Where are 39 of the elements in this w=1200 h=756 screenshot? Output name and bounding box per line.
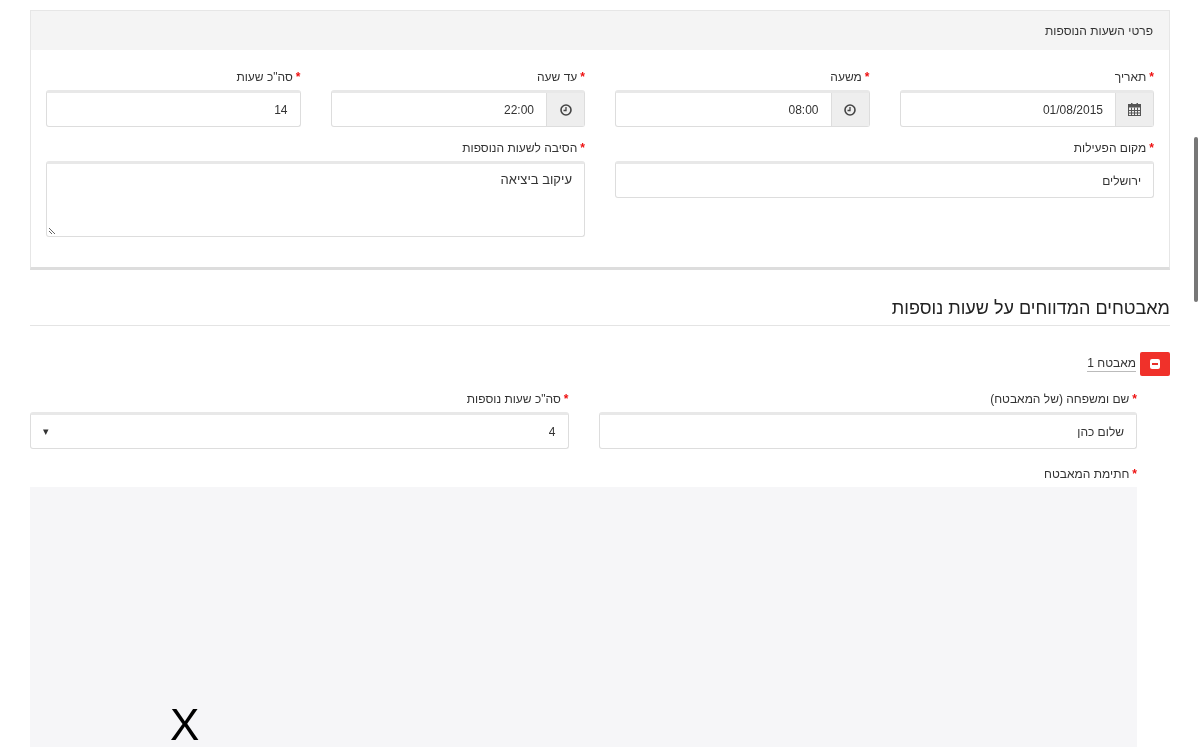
field-label: חתימת המאבטח	[1044, 467, 1130, 481]
required-mark: *	[580, 141, 585, 155]
required-mark: *	[295, 70, 301, 84]
required-mark: *	[1149, 70, 1154, 84]
field-label: תאריך	[1114, 70, 1147, 84]
field-label: סה"כ שעות	[236, 70, 293, 84]
text-area[interactable]: עיקוב ביציאה	[46, 161, 585, 237]
field-label: סה"כ שעות נוספות	[466, 392, 561, 406]
required-mark: *	[1132, 467, 1137, 481]
signature-pad[interactable]: X	[30, 487, 1137, 747]
scrollbar-thumb[interactable]	[1194, 137, 1198, 302]
field-label: שם ומשפחה (של המאבטח)	[990, 392, 1130, 406]
panel-title: פרטי השעות הנוספות	[1045, 23, 1153, 38]
section-title: מאבטחים המדווחים על שעות נוספות	[30, 270, 1170, 326]
clock-icon	[844, 103, 856, 116]
input-field[interactable]: 01/08/2015	[899, 90, 1154, 127]
minus-icon	[1150, 359, 1160, 369]
remove-button[interactable]	[1140, 352, 1170, 376]
input-field[interactable]: 22:00	[330, 90, 585, 127]
guard-name: מאבטח 1	[1087, 356, 1136, 372]
select-field[interactable]: 4 ▾	[30, 412, 569, 449]
field-label: מקום הפעילות	[1073, 141, 1147, 155]
clock-icon	[559, 103, 572, 116]
input-field[interactable]: שלום כהן	[598, 412, 1137, 449]
input-field[interactable]: 14	[46, 90, 301, 127]
signature-mark: X	[170, 703, 200, 747]
field-label: משעה	[830, 70, 862, 84]
required-mark: *	[864, 70, 870, 84]
required-mark: *	[1132, 392, 1137, 406]
field-label: עד שעה	[537, 70, 578, 84]
required-mark: *	[580, 70, 585, 84]
input-field[interactable]: ירושלים	[615, 161, 1154, 198]
calendar-icon	[1128, 103, 1141, 116]
required-mark: *	[1149, 141, 1154, 155]
input-field[interactable]: 08:00	[615, 90, 870, 127]
caret-icon: ▾	[43, 425, 49, 438]
field-label: הסיבה לשעות הנוספות	[462, 141, 578, 155]
resize-grip-icon	[49, 226, 57, 234]
required-mark: *	[563, 392, 569, 406]
